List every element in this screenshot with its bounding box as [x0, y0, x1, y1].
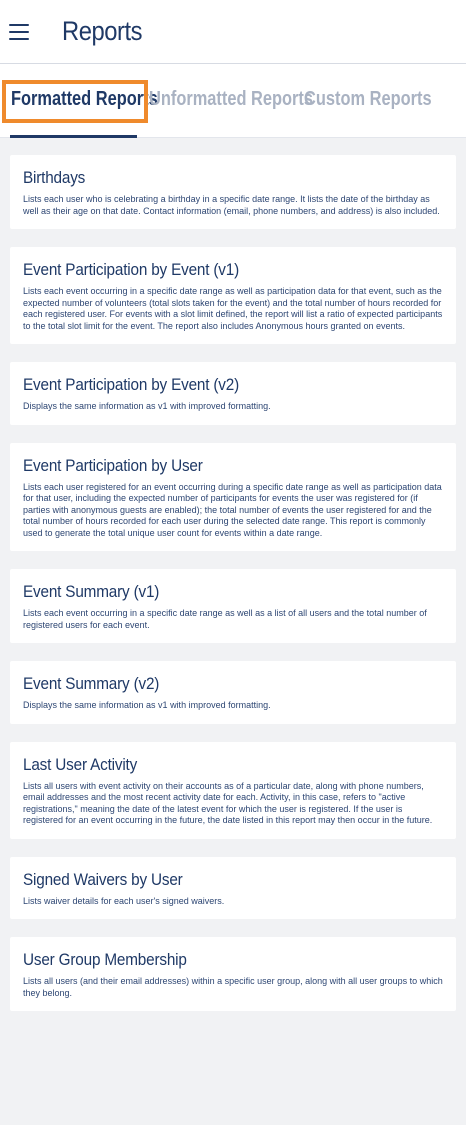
active-tab-underline: [10, 135, 137, 138]
report-description: Lists each user who is celebrating a bir…: [23, 194, 440, 216]
report-description: Lists each event occurring in a specific…: [23, 286, 443, 331]
report-title: Event Summary (v2): [23, 674, 160, 693]
report-description: Lists each event occurring in a specific…: [23, 608, 427, 630]
tab-custom-reports[interactable]: Custom Reports: [304, 88, 432, 111]
tab-unformatted-reports[interactable]: Unformatted Reports: [149, 88, 313, 111]
report-description: Lists waiver details for each user's sig…: [23, 895, 225, 906]
report-card-event-summary-v2[interactable]: Event Summary (v2) Displays the same inf…: [10, 661, 456, 724]
report-card-last-user-activity[interactable]: Last User Activity Lists all users with …: [10, 741, 456, 839]
app-header: Reports: [0, 0, 466, 64]
report-card-event-participation-by-user[interactable]: Event Participation by User Lists each u…: [10, 442, 456, 551]
report-title: User Group Membership: [23, 950, 187, 969]
report-title: Last User Activity: [23, 754, 138, 774]
hamburger-menu-icon[interactable]: [9, 23, 29, 40]
report-card-event-participation-by-event-v2[interactable]: Event Participation by Event (v2) Displa…: [10, 362, 456, 425]
report-description: Lists all users (and their email address…: [23, 976, 443, 998]
report-description: Displays the same information as v1 with…: [23, 401, 271, 411]
report-title: Event Participation by Event (v1): [23, 260, 240, 279]
report-description: Lists each user registered for an event …: [23, 481, 442, 538]
page-title: Reports: [62, 16, 143, 46]
report-title: Event Participation by User: [23, 455, 203, 475]
report-card-birthdays[interactable]: Birthdays Lists each user who is celebra…: [10, 155, 456, 229]
report-title: Signed Waivers by User: [23, 869, 183, 889]
report-card-signed-waivers-by-user[interactable]: Signed Waivers by User Lists waiver deta…: [10, 856, 456, 919]
report-title: Event Participation by Event (v2): [23, 375, 240, 394]
report-card-event-summary-v1[interactable]: Event Summary (v1) Lists each event occu…: [10, 569, 456, 643]
report-title: Birthdays: [23, 168, 86, 187]
active-tab-highlight-box: [2, 80, 148, 123]
report-description: Lists all users with event activity on t…: [23, 780, 433, 826]
report-title: Event Summary (v1): [23, 582, 160, 601]
report-card-event-participation-by-event-v1[interactable]: Event Participation by Event (v1) Lists …: [10, 247, 456, 344]
report-card-user-group-membership[interactable]: User Group Membership Lists all users (a…: [10, 937, 456, 1011]
report-tabs: Formatted Reports Unformatted Reports Cu…: [0, 64, 466, 138]
report-description: Displays the same information as v1 with…: [23, 700, 271, 710]
report-list: Birthdays Lists each user who is celebra…: [0, 138, 466, 1011]
